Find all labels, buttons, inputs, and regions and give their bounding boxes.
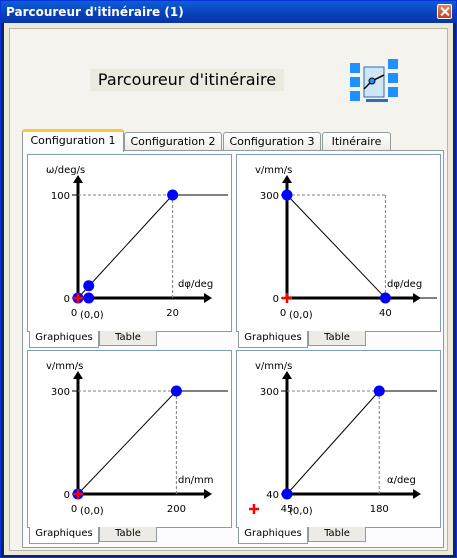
route-logo-icon — [350, 59, 398, 102]
main-panel: Parcoureur d'itinéraire Configuration 1 … — [9, 28, 448, 551]
subtab-graphiques[interactable]: Graphiques — [238, 527, 308, 544]
y-axis-arrow — [282, 175, 292, 183]
window-title: Parcoureur d'itinéraire (1) — [6, 5, 184, 19]
y-axis-label: v/mm/s — [46, 361, 83, 372]
curve-segment — [77, 390, 177, 495]
subtab-table[interactable]: Table — [308, 527, 366, 542]
page-title: Parcoureur d'itinéraire — [90, 69, 284, 91]
x-axis-arrow — [204, 489, 212, 499]
x-axis-label: α/deg — [387, 475, 416, 486]
origin-label: (0,0) — [80, 310, 104, 321]
origin-zero-label: 0 — [71, 504, 77, 515]
y-tick-label: 0 — [273, 294, 279, 305]
chart-box-3: v/mm/s dn/mm 0 300 200 0 (0,0) Graphiques Tabl… — [27, 350, 232, 544]
data-point — [281, 488, 293, 500]
y-axis-arrow — [282, 371, 292, 379]
origin-label: (0,0) — [289, 506, 313, 517]
chart-linear-speed-angle: v/mm/s dφ/deg 0 300 40 0 (0,0) — [236, 154, 441, 332]
chart-box-1: ω/deg/s dφ/deg 0 100 20 0 (0,0) Graphiques Tab… — [27, 154, 232, 348]
origin-label: (0,0) — [80, 506, 104, 517]
origin-zero-label: 0 — [71, 308, 77, 319]
curve-segment — [286, 390, 380, 495]
y-tick-label: 300 — [260, 387, 279, 398]
x-axis-arrow — [413, 489, 421, 499]
data-point — [170, 385, 182, 397]
y-tick-label: 0 — [64, 490, 70, 501]
chart-angular-speed: ω/deg/s dφ/deg 0 100 20 0 (0,0) — [27, 154, 232, 332]
x-tick-label: 20 — [166, 308, 179, 319]
y-axis-label: v/mm/s — [255, 361, 292, 372]
tab-configuration-3[interactable]: Configuration 3 — [223, 132, 321, 151]
chart-box-2: v/mm/s dφ/deg 0 300 40 0 (0,0) Graphiques Tabl… — [236, 154, 441, 348]
y-tick-label: 40 — [266, 490, 279, 501]
x-axis-label: dφ/deg — [387, 279, 422, 290]
chart-linear-speed-distance: v/mm/s dn/mm 0 300 200 0 (0,0) — [27, 350, 232, 528]
data-point — [167, 189, 179, 201]
tab-configuration-2[interactable]: Configuration 2 — [124, 132, 222, 151]
app-window: Parcoureur d'itinéraire (1) Parcoureur d… — [0, 0, 457, 558]
y-axis-arrow — [73, 175, 83, 183]
close-button[interactable] — [437, 4, 452, 19]
client-area: Parcoureur d'itinéraire Configuration 1 … — [4, 23, 453, 555]
subtab-graphiques[interactable]: Graphiques — [29, 527, 99, 544]
x-axis-arrow — [204, 293, 212, 303]
subtab-table[interactable]: Table — [99, 331, 157, 346]
config-panel: ω/deg/s dφ/deg 0 100 20 0 (0,0) Graphiques Tab… — [22, 150, 444, 548]
x-tick-label: 180 — [370, 504, 389, 515]
title-bar[interactable]: Parcoureur d'itinéraire (1) — [1, 1, 456, 23]
chart-box-4: v/mm/s α/deg 40 300 45 180 (0,0) Graphiques Ta… — [236, 350, 441, 544]
x-tick-label: 40 — [379, 308, 392, 319]
x-tick-label: 200 — [167, 504, 186, 515]
chart-linear-speed-alpha: v/mm/s α/deg 40 300 45 180 (0,0) — [236, 350, 441, 528]
y-axis-label: ω/deg/s — [46, 165, 85, 176]
y-axis-arrow — [73, 371, 83, 379]
y-tick-label: 300 — [260, 191, 279, 202]
origin-zero-label: 0 — [280, 308, 286, 319]
y-tick-label: 300 — [51, 387, 70, 398]
data-point — [83, 280, 95, 292]
subtab-graphiques[interactable]: Graphiques — [29, 331, 99, 348]
y-tick-label: 100 — [51, 191, 70, 202]
x-axis-label: dn/mm — [178, 475, 214, 486]
y-tick-label: 0 — [64, 294, 70, 305]
data-point — [373, 385, 385, 397]
origin-label: (0,0) — [289, 310, 313, 321]
subtab-table[interactable]: Table — [308, 331, 366, 346]
data-point — [83, 292, 95, 304]
curve-segment — [286, 194, 386, 299]
y-axis-label: v/mm/s — [255, 165, 292, 176]
data-point — [379, 292, 391, 304]
data-point — [281, 189, 293, 201]
x-axis-label: dφ/deg — [178, 279, 213, 290]
tab-itineraire[interactable]: Itinéraire — [322, 132, 391, 151]
tab-configuration-1[interactable]: Configuration 1 — [22, 129, 124, 152]
subtab-table[interactable]: Table — [99, 527, 157, 542]
subtab-graphiques[interactable]: Graphiques — [238, 331, 308, 348]
